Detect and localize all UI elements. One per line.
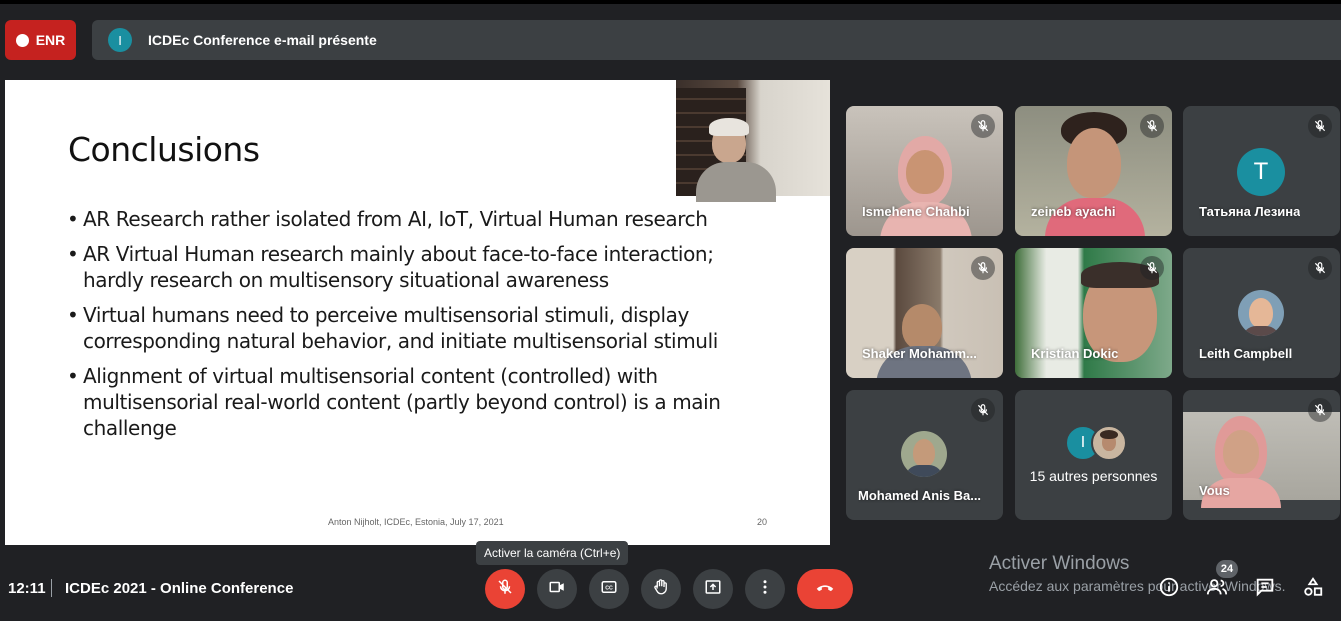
shapes-icon: [1302, 576, 1324, 603]
meeting-time: 12:11: [8, 580, 46, 597]
participant-tile[interactable]: Shaker Mohamm...: [846, 248, 1003, 378]
leave-call-button[interactable]: [797, 569, 853, 609]
chat-button[interactable]: [1253, 577, 1277, 601]
participant-name: Ismehene Chahbi: [862, 204, 970, 219]
participant-name: Leith Campbell: [1199, 346, 1293, 361]
participant-avatar: [901, 431, 947, 477]
presentation-banner: I ICDEc Conference e-mail présente: [92, 20, 1341, 60]
participant-name: Kristian Dokic: [1031, 346, 1119, 361]
slide-bullet: AR Research rather isolated from AI, IoT…: [67, 206, 767, 232]
video-camera-icon: [548, 578, 566, 601]
participant-tile[interactable]: zeineb ayachi: [1015, 106, 1172, 236]
participant-tile[interactable]: Mohamed Anis Ba...: [846, 390, 1003, 520]
camera-toggle-button[interactable]: [537, 569, 577, 609]
mic-off-icon: [971, 398, 995, 422]
divider: [51, 579, 52, 597]
participant-tile[interactable]: Kristian Dokic: [1015, 248, 1172, 378]
participant-tile[interactable]: Ismehene Chahbi: [846, 106, 1003, 236]
meeting-details-button[interactable]: [1157, 577, 1181, 601]
windows-activation-subtitle: Accédez aux paramètres pour activer Wind…: [989, 578, 1286, 594]
svg-text:CC: CC: [605, 585, 613, 591]
slide-footer: Anton Nijholt, ICDEc, Estonia, July 17, …: [328, 517, 504, 527]
hand-icon: [652, 578, 670, 601]
mic-off-icon: [971, 256, 995, 280]
meeting-title: ICDEc 2021 - Online Conference: [65, 580, 294, 597]
camera-tooltip: Activer la caméra (Ctrl+e): [476, 541, 629, 565]
participant-name: Mohamed Anis Ba...: [858, 488, 982, 503]
chat-icon: [1254, 576, 1276, 603]
others-count-label: 15 autres personnes: [1029, 468, 1158, 484]
participants-button[interactable]: [1205, 577, 1229, 601]
captions-button[interactable]: CC: [589, 569, 629, 609]
others-tile[interactable]: I 15 autres personnes: [1015, 390, 1172, 520]
recording-label: ENR: [35, 32, 66, 48]
participant-tile[interactable]: Leith Campbell: [1183, 248, 1340, 378]
self-tile[interactable]: Vous: [1183, 390, 1340, 520]
slide-bullet: Alignment of virtual multisensorial cont…: [67, 363, 767, 441]
speaker-video: [676, 80, 830, 202]
participant-name: zeineb ayachi: [1031, 204, 1116, 219]
windows-activation-title: Activer Windows: [989, 553, 1130, 574]
raise-hand-button[interactable]: [641, 569, 681, 609]
slide-bullet: Virtual humans need to perceive multisen…: [67, 302, 767, 354]
present-to-all-icon: [704, 578, 722, 601]
presenter-avatar: I: [108, 28, 132, 52]
present-screen-button[interactable]: [693, 569, 733, 609]
participant-name: Татьяна Лезина: [1199, 204, 1301, 219]
people-icon: [1206, 576, 1228, 603]
participant-avatar: T: [1237, 148, 1285, 196]
mic-off-icon: [1308, 114, 1332, 138]
captions-icon: CC: [600, 578, 618, 601]
presented-slide[interactable]: Conclusions AR Research rather isolated …: [5, 80, 830, 545]
mic-off-icon: [1308, 398, 1332, 422]
mic-off-icon: [1140, 114, 1164, 138]
slide-bullet: AR Virtual Human research mainly about f…: [67, 241, 767, 293]
participant-name: Vous: [1199, 483, 1230, 498]
other-avatar-photo: [1091, 425, 1127, 461]
mic-off-icon: [1308, 256, 1332, 280]
more-vert-icon: [756, 578, 774, 601]
record-dot-icon: [15, 33, 29, 47]
call-end-icon: [814, 576, 836, 603]
mic-toggle-button[interactable]: [485, 569, 525, 609]
mic-off-icon: [1140, 256, 1164, 280]
slide-title: Conclusions: [68, 130, 260, 169]
mic-off-icon: [971, 114, 995, 138]
info-icon: [1158, 576, 1180, 603]
slide-bullet-list: AR Research rather isolated from AI, IoT…: [67, 206, 767, 450]
activities-button[interactable]: [1301, 576, 1325, 603]
slide-page-number: 20: [757, 517, 768, 527]
top-edge: [0, 0, 1341, 4]
recording-badge: ENR: [5, 20, 76, 60]
presentation-text: ICDEc Conference e-mail présente: [148, 32, 377, 48]
participant-tile[interactable]: T Татьяна Лезина: [1183, 106, 1340, 236]
participant-avatar: [1238, 290, 1284, 336]
more-options-button[interactable]: [745, 569, 785, 609]
mic-off-icon: [496, 578, 514, 601]
participant-name: Shaker Mohamm...: [862, 346, 977, 361]
